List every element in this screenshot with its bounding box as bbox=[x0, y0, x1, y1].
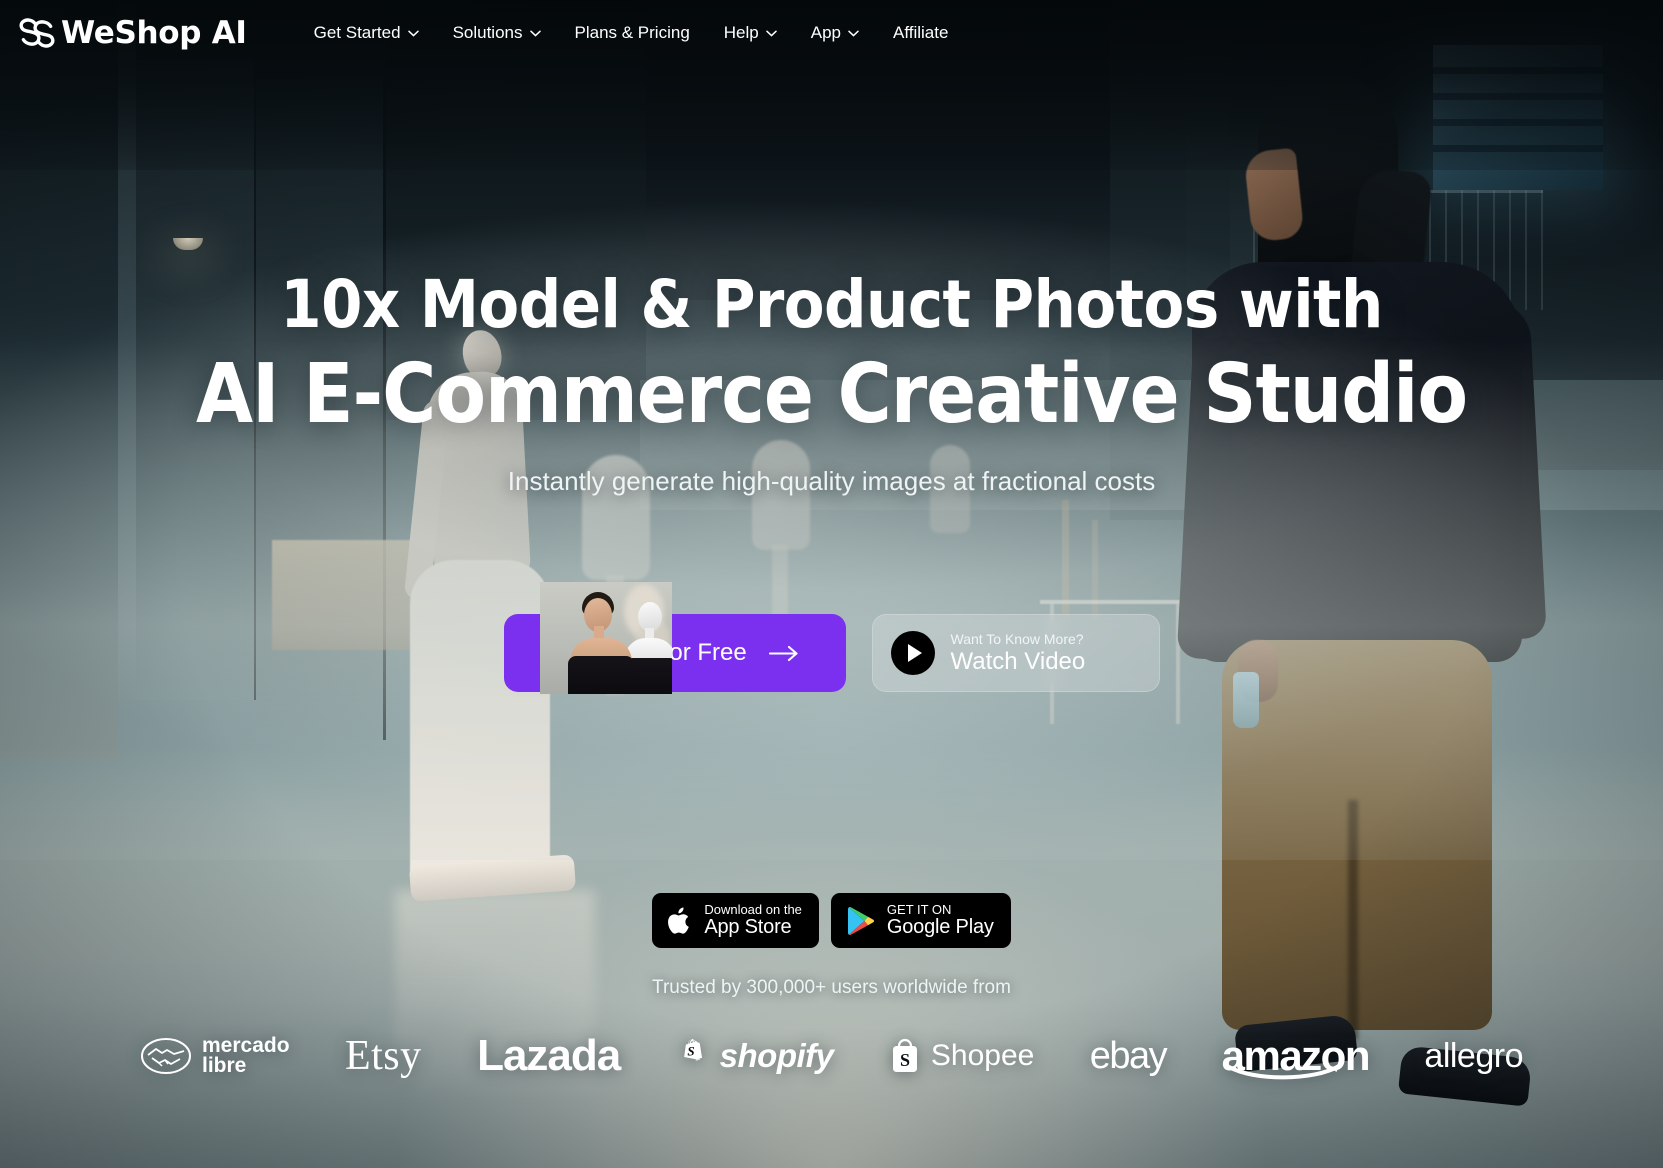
page-title: 10x Model & Product Photos with AI E-Com… bbox=[0, 272, 1663, 436]
try-for-free-label: Try for Free bbox=[622, 639, 747, 666]
nav-item-label: Get Started bbox=[313, 23, 401, 42]
logo-mercado-libre: mercado libre bbox=[140, 1034, 290, 1078]
arrow-right-icon bbox=[768, 645, 798, 661]
logo-label: Shopee bbox=[930, 1039, 1035, 1072]
brand-name: WeShop AI bbox=[61, 14, 247, 51]
shopify-bag-icon: S bbox=[683, 1039, 702, 1061]
chevron-down-icon bbox=[766, 30, 777, 37]
logo-lazada: Lazada bbox=[477, 1031, 621, 1080]
app-store-badge[interactable]: Download on the App Store bbox=[652, 893, 819, 948]
nav-item-label: Plans & Pricing bbox=[574, 23, 690, 42]
svg-text:S: S bbox=[900, 1050, 910, 1070]
google-play-icon bbox=[847, 906, 874, 935]
logo-amazon: amazon bbox=[1222, 1035, 1370, 1080]
hero-title-line2: AI E-Commerce Creative Studio bbox=[195, 347, 1468, 442]
shopee-bag-icon: S bbox=[892, 1038, 917, 1072]
nav-item-label: Help bbox=[723, 23, 759, 42]
chevron-down-icon bbox=[407, 30, 419, 37]
brand-logo[interactable]: WeShop AI bbox=[16, 15, 247, 51]
logo-label-line2: libre bbox=[202, 1054, 247, 1077]
nav-item-plans-pricing[interactable]: Plans & Pricing bbox=[558, 15, 707, 51]
nav-item-help[interactable]: Help bbox=[707, 15, 794, 51]
chevron-down-icon bbox=[529, 30, 541, 37]
logo-allegro: allegro bbox=[1424, 1036, 1523, 1075]
watch-video-button[interactable]: Want To Know More? Watch Video bbox=[871, 614, 1160, 692]
handshake-circle-icon bbox=[141, 1038, 191, 1074]
nav-item-label: App bbox=[810, 23, 841, 42]
app-store-line1: Download on the bbox=[704, 902, 802, 918]
google-play-line1: GET IT ON bbox=[886, 902, 952, 918]
nav-item-label: Affiliate bbox=[893, 23, 949, 42]
apple-icon bbox=[668, 907, 690, 934]
amazon-swoosh-icon bbox=[1226, 1063, 1341, 1080]
logo-label-line1: mercado bbox=[202, 1034, 290, 1058]
logo-etsy: Etsy bbox=[344, 1033, 422, 1079]
logo-ebay: ebay bbox=[1089, 1034, 1168, 1077]
nav-item-get-started[interactable]: Get Started bbox=[297, 15, 436, 51]
google-play-line2: Google Play bbox=[886, 915, 994, 938]
nav-item-app[interactable]: App bbox=[794, 15, 876, 51]
logo-shopee: S Shopee bbox=[889, 1036, 1034, 1076]
svg-text:S: S bbox=[687, 1044, 694, 1059]
hero-title-line1: 10x Model & Product Photos with bbox=[280, 266, 1383, 343]
partner-logos: mercado libre Etsy Lazada S shopify S Sh… bbox=[0, 1020, 1663, 1092]
weshop-interlocking-s-logo-icon bbox=[19, 18, 55, 48]
nav-item-solutions[interactable]: Solutions bbox=[436, 15, 558, 51]
app-store-badges: Download on the App Store GET IT ON Goog… bbox=[0, 893, 1663, 948]
nav-links: Get Started Solutions Plans & Pricing He… bbox=[297, 15, 966, 51]
play-icon bbox=[890, 631, 935, 675]
google-play-badge[interactable]: GET IT ON Google Play bbox=[830, 893, 1011, 948]
watch-video-label: Watch Video bbox=[950, 647, 1086, 675]
watch-video-eyebrow: Want To Know More? bbox=[950, 630, 1084, 647]
hero-subtitle: Instantly generate high-quality images a… bbox=[507, 466, 1156, 496]
try-for-free-button[interactable]: Try for Free bbox=[503, 582, 846, 694]
chevron-down-icon bbox=[848, 30, 859, 37]
app-store-line2: App Store bbox=[704, 915, 792, 938]
logo-shopify: S shopify bbox=[676, 1036, 834, 1076]
cta-row: Try for Free Want To Know More? Watch Vi… bbox=[0, 582, 1663, 694]
trusted-by-text: Trusted by 300,000+ users worldwide from bbox=[652, 977, 1011, 998]
nav-item-affiliate[interactable]: Affiliate bbox=[876, 15, 965, 51]
top-navigation-bar: WeShop AI Get Started Solutions Plans & … bbox=[0, 0, 1663, 66]
nav-item-label: Solutions bbox=[452, 23, 523, 42]
hero-section: 10x Model & Product Photos with AI E-Com… bbox=[0, 0, 1663, 497]
landing-page: WeShop AI Get Started Solutions Plans & … bbox=[0, 0, 1663, 1168]
logo-label: shopify bbox=[719, 1037, 834, 1074]
